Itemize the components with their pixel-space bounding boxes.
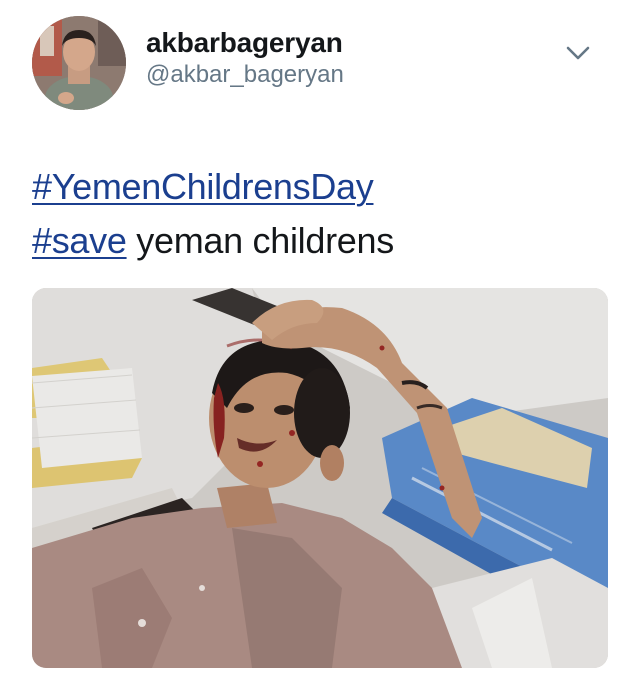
tweet-image[interactable] [32, 288, 608, 668]
hashtag-link[interactable]: #save [32, 220, 127, 261]
tweet-line-1: #YemenChildrensDay [32, 160, 592, 214]
tweet-line-2: #save yeman childrens [32, 214, 592, 268]
chevron-down-icon[interactable] [564, 40, 592, 64]
user-handle[interactable]: @akbar_bageryan [146, 60, 506, 90]
user-names: akbarbageryan @akbar_bageryan [146, 26, 506, 90]
tweet-card: akbarbageryan @akbar_bageryan #YemenChil… [0, 0, 620, 676]
hashtag-link[interactable]: #YemenChildrensDay [32, 166, 374, 207]
display-name[interactable]: akbarbageryan [146, 26, 506, 60]
avatar-photo [32, 16, 126, 110]
tweet-text: #YemenChildrensDay #save yeman childrens [32, 160, 592, 268]
tweet-header: akbarbageryan @akbar_bageryan [32, 16, 592, 112]
avatar[interactable] [32, 16, 126, 110]
tweet-body-text: yeman childrens [126, 220, 394, 261]
injured-child-photo [32, 288, 608, 668]
